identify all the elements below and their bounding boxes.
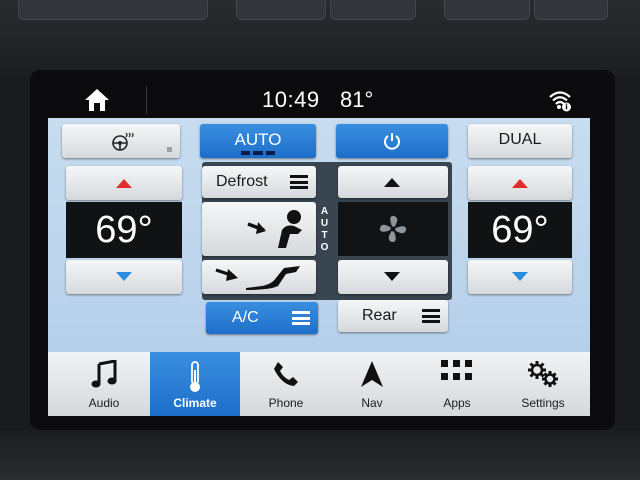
fan-speed-up-button[interactable]	[338, 166, 448, 198]
arrow-down-icon	[512, 272, 528, 281]
menu-icon	[292, 311, 310, 325]
apps-grid-icon	[441, 360, 472, 380]
heated-steering-wheel-button[interactable]	[62, 124, 180, 158]
auto-climate-button[interactable]: AUTO	[200, 124, 316, 158]
status-bar: 10:49 81°	[48, 82, 590, 118]
heated-steering-wheel-icon	[112, 132, 134, 151]
physical-button[interactable]	[236, 0, 326, 20]
auto-label: AUTO	[234, 130, 282, 149]
fan-speed-down-button[interactable]	[338, 260, 448, 294]
dashboard-bottom	[0, 430, 640, 480]
arrow-down-icon	[116, 272, 132, 281]
bottom-navigation: Audio Climate Phone Nav Apps Settings	[48, 352, 590, 416]
indicator-light	[167, 147, 172, 152]
infotainment-screen: 10:49 81° AUTO DUAL 69° 69° Defrost AUTO…	[48, 82, 590, 416]
rear-label: Rear	[362, 307, 397, 324]
gears-icon	[528, 361, 558, 387]
music-note-icon	[91, 360, 117, 388]
driver-temp-up-button[interactable]	[66, 166, 182, 200]
airflow-face-icon	[247, 210, 302, 248]
physical-button[interactable]	[330, 0, 416, 20]
nav-item-climate[interactable]: Climate	[150, 352, 240, 416]
ac-button[interactable]: A/C	[206, 302, 318, 334]
arrow-up-icon	[116, 179, 132, 188]
passenger-temp-up-button[interactable]	[468, 166, 572, 200]
fan-speed-display	[338, 202, 448, 256]
thermometer-icon	[190, 361, 200, 392]
nav-item-settings[interactable]: Settings	[500, 352, 586, 416]
fan-auto-label: AUTO	[319, 206, 330, 254]
menu-icon	[422, 309, 440, 323]
climate-panel: AUTO DUAL 69° 69° Defrost AUTO A/C Rear	[48, 118, 590, 352]
defrost-button[interactable]: Defrost	[202, 166, 316, 198]
auto-level-indicator	[241, 151, 275, 155]
nav-item-phone[interactable]: Phone	[242, 352, 330, 416]
outside-temperature: 81°	[340, 87, 374, 112]
dual-zone-button[interactable]: DUAL	[468, 124, 572, 158]
airflow-face-button[interactable]	[202, 202, 316, 256]
status-divider	[146, 86, 147, 114]
nav-label: Apps	[443, 396, 471, 410]
driver-temp-down-button[interactable]	[66, 260, 182, 294]
nav-label: Settings	[521, 396, 565, 410]
ac-label: A/C	[232, 309, 259, 326]
dual-label: DUAL	[498, 131, 542, 148]
nav-item-audio[interactable]: Audio	[58, 352, 150, 416]
driver-temp-display: 69°	[66, 202, 182, 258]
wifi-icon[interactable]	[548, 88, 572, 112]
nav-item-apps[interactable]: Apps	[414, 352, 500, 416]
physical-button[interactable]	[18, 0, 208, 20]
passenger-temp-down-button[interactable]	[468, 260, 572, 294]
menu-icon	[290, 175, 308, 189]
clock: 10:49	[262, 87, 320, 112]
power-button[interactable]	[336, 124, 448, 158]
nav-item-nav[interactable]: Nav	[330, 352, 414, 416]
passenger-temp-display: 69°	[468, 202, 572, 258]
nav-label: Phone	[268, 396, 304, 410]
defrost-label: Defrost	[216, 173, 268, 190]
nav-label: Audio	[88, 396, 120, 410]
physical-button[interactable]	[534, 0, 608, 20]
airflow-feet-button[interactable]	[202, 260, 316, 294]
arrow-up-icon	[384, 178, 400, 187]
navigation-arrow-icon	[361, 361, 383, 387]
phone-icon	[274, 362, 298, 386]
nav-label: Climate	[173, 396, 217, 410]
arrow-up-icon	[512, 179, 528, 188]
dashboard-top	[0, 0, 640, 75]
rear-defrost-button[interactable]: Rear	[338, 300, 448, 332]
power-icon	[384, 133, 400, 150]
home-icon[interactable]	[84, 88, 110, 112]
airflow-feet-icon	[215, 266, 300, 290]
nav-label: Nav	[361, 396, 383, 410]
arrow-down-icon	[384, 272, 400, 281]
physical-button[interactable]	[444, 0, 530, 20]
fan-icon	[379, 215, 407, 243]
